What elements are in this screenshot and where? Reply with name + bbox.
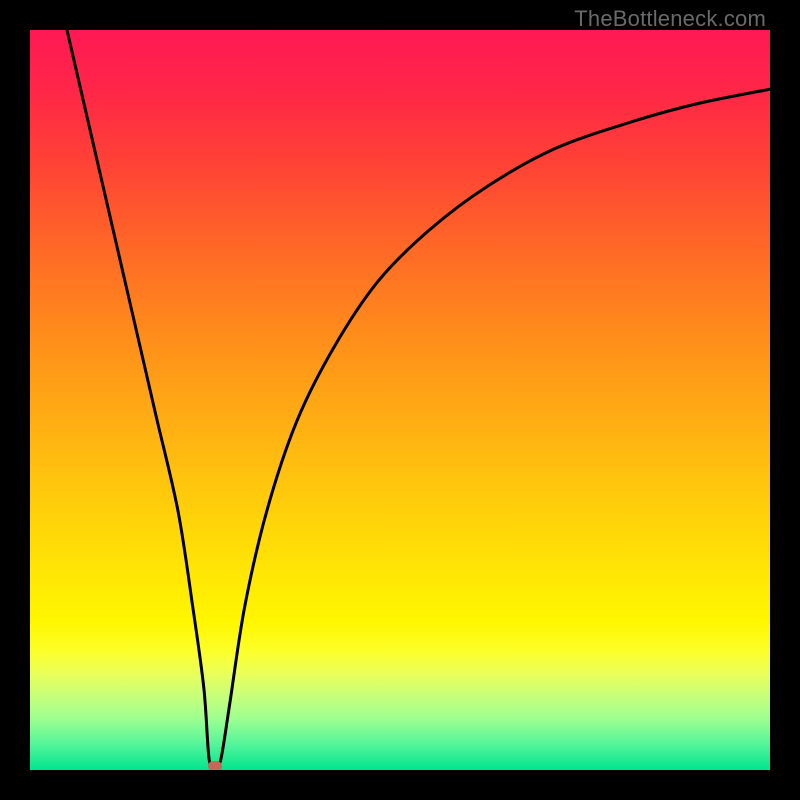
chart-frame: TheBottleneck.com	[0, 0, 800, 800]
bottleneck-curve	[67, 30, 770, 767]
minimum-marker	[208, 761, 222, 770]
plot-area	[30, 30, 770, 770]
curve-layer	[30, 30, 770, 770]
watermark-text: TheBottleneck.com	[574, 6, 766, 32]
